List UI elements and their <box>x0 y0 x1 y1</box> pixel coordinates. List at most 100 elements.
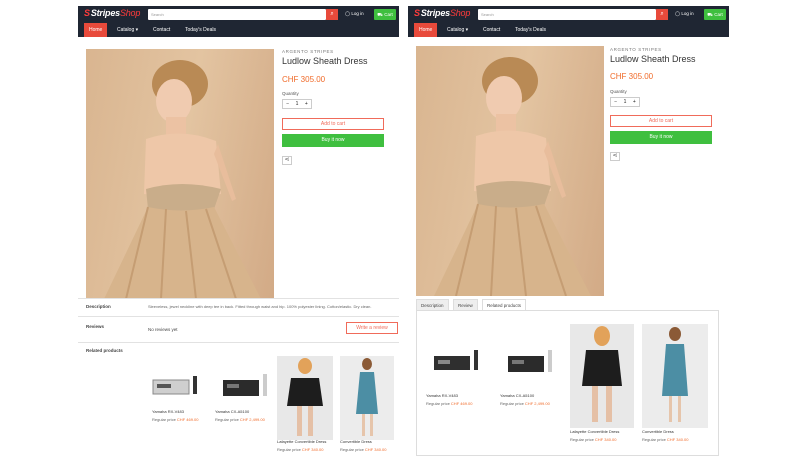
logo[interactable]: SStripesShop <box>414 8 470 18</box>
nav-deals[interactable]: Today's Deals <box>185 23 216 37</box>
cart-button[interactable]: ⛟ Cart <box>374 9 396 20</box>
share-button[interactable]: ⋖ <box>282 156 292 165</box>
price-prefix: Regular price <box>215 417 239 422</box>
nav-catalog[interactable]: Catalog ▾ <box>117 23 138 37</box>
quantity-stepper[interactable]: −1 + <box>610 97 640 107</box>
woman-dress-illustration <box>434 57 591 296</box>
price-prefix: Regular price <box>426 401 450 406</box>
user-icon: ◯ <box>345 11 351 16</box>
av-receiver-icon <box>223 374 267 396</box>
chevron-down-icon: ▾ <box>465 27 469 33</box>
price-prefix: Regular price <box>570 437 594 442</box>
search-button[interactable]: ⌕ <box>326 9 338 20</box>
quantity-label: Quantity <box>282 91 299 96</box>
product-thumb-lafayette-dress[interactable] <box>277 356 333 440</box>
related-products-label: Related products <box>86 348 123 353</box>
write-review-button[interactable]: Write a review <box>346 322 398 334</box>
share-icon: ⋖ <box>612 153 618 159</box>
login-link[interactable]: ◯ Log in <box>675 11 694 17</box>
search-icon: ⌕ <box>330 11 334 17</box>
nav-contact[interactable]: Contact <box>153 23 170 37</box>
search-button[interactable]: ⌕ <box>656 9 668 20</box>
nav-deals-label: Today's Deals <box>515 27 546 33</box>
nav-catalog-label: Catalog <box>447 27 465 33</box>
login-label: Log in <box>351 11 364 16</box>
product-thumb-convertible-dress[interactable] <box>642 324 708 428</box>
search-input[interactable]: Search <box>148 9 326 20</box>
login-link[interactable]: ◯ Log in <box>345 11 364 17</box>
minus-icon[interactable]: − <box>614 99 617 105</box>
plus-icon[interactable]: + <box>633 99 636 105</box>
product-thumb-convertible-dress[interactable] <box>340 356 394 440</box>
quantity-value: 1 <box>623 99 627 105</box>
product-thumb-lafayette-dress[interactable] <box>570 324 634 428</box>
av-receiver-icon <box>434 350 478 370</box>
product-title: Ludlow Sheath Dress <box>282 56 368 66</box>
chevron-down-icon: ▾ <box>135 27 139 33</box>
product-thumb-receiver-1[interactable] <box>428 336 488 391</box>
cart-icon: ⛟ <box>707 12 713 17</box>
related-name-4[interactable]: Convertible Dress <box>642 429 674 434</box>
product-image[interactable] <box>416 46 604 296</box>
related-name-3[interactable]: Lafayette Convertible Dress <box>277 439 326 444</box>
related-name-2[interactable]: Yamaha CX-A5100 <box>500 393 534 398</box>
related-price-1: Regular price CHF 469.00 <box>426 401 473 406</box>
woman-blue-dress-illustration <box>662 327 688 422</box>
related-name-1[interactable]: Yamaha RX-V483 <box>152 409 184 414</box>
woman-dress-illustration <box>104 60 261 299</box>
product-thumb-receiver-2[interactable] <box>213 358 269 416</box>
product-thumb-receiver-2[interactable] <box>502 336 562 391</box>
product-thumb-receiver-1[interactable] <box>149 358 205 416</box>
search-input[interactable]: Search <box>478 9 656 20</box>
product-brand: ARGENTO STRIPES <box>610 47 662 52</box>
nav-contact[interactable]: Contact <box>483 23 500 37</box>
buy-now-button[interactable]: Buy it now <box>610 131 712 144</box>
price-value: CHF 2,499.00 <box>524 401 550 406</box>
related-price-4: Regular price CHF 340.00 <box>642 437 689 442</box>
related-price-2: Regular price CHF 2,499.00 <box>500 401 550 406</box>
logo-text: Stripes <box>90 8 120 18</box>
left-product-page: SStripesShop Search ⌕ ◯ Log in ⛟ Cart Ho… <box>78 6 399 466</box>
plus-icon[interactable]: + <box>305 101 308 107</box>
quantity-value: 1 <box>295 101 299 107</box>
logo-shop-text: Shop <box>119 8 141 18</box>
search-icon: ⌕ <box>660 11 664 17</box>
quantity-stepper[interactable]: −1 + <box>282 99 312 109</box>
cart-icon: ⛟ <box>377 12 383 17</box>
search-placeholder: Search <box>151 12 164 17</box>
share-button[interactable]: ⋖ <box>610 152 620 161</box>
nav-contact-label: Contact <box>483 27 501 33</box>
description-label: Description <box>86 304 111 309</box>
price-value: CHF 340.00 <box>666 437 689 442</box>
nav-home[interactable]: Home <box>84 23 108 37</box>
related-price-3: Regular price CHF 340.00 <box>570 437 617 442</box>
nav-home[interactable]: Home <box>414 23 438 37</box>
price-value: CHF 340.00 <box>364 447 387 452</box>
user-icon: ◯ <box>675 11 681 16</box>
minus-icon[interactable]: − <box>286 101 289 107</box>
related-name-3[interactable]: Lafayette Convertible Dress <box>570 429 619 434</box>
related-name-4[interactable]: Convertible Dress <box>340 439 372 444</box>
logo-mark-icon: S <box>84 8 90 18</box>
login-label: Log in <box>681 11 694 16</box>
nav-catalog-label: Catalog <box>117 27 135 33</box>
price-value: CHF 340.00 <box>594 437 617 442</box>
price-value: CHF 2,499.00 <box>239 417 265 422</box>
av-receiver-icon <box>152 376 197 395</box>
add-to-cart-button[interactable]: Add to cart <box>610 115 712 127</box>
cart-button[interactable]: ⛟ Cart <box>704 9 726 20</box>
product-image[interactable] <box>86 49 274 299</box>
logo[interactable]: SStripesShop <box>84 8 140 18</box>
add-to-cart-button[interactable]: Add to cart <box>282 118 384 130</box>
related-name-1[interactable]: Yamaha RX-V483 <box>426 393 458 398</box>
buy-now-button[interactable]: Buy it now <box>282 134 384 147</box>
price-prefix: Regular price <box>340 447 364 452</box>
main-nav: Home Catalog ▾ Contact Today's Deals <box>78 23 399 37</box>
product-brand: ARGENTO STRIPES <box>282 49 334 54</box>
nav-catalog[interactable]: Catalog ▾ <box>447 23 468 37</box>
related-name-2[interactable]: Yamaha CX-A5100 <box>215 409 249 414</box>
woman-blue-dress-illustration <box>356 358 378 436</box>
logo-mark-icon: S <box>414 8 420 18</box>
nav-deals[interactable]: Today's Deals <box>515 23 546 37</box>
related-price-4: Regular price CHF 340.00 <box>340 447 387 452</box>
